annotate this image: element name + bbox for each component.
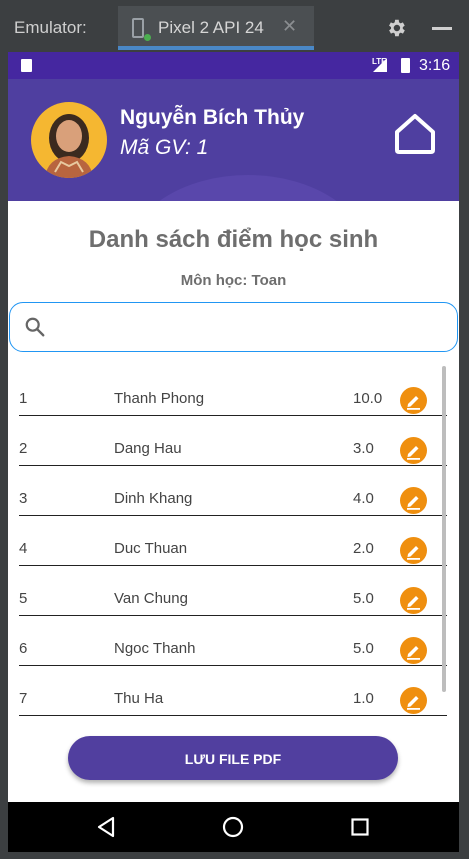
student-number: 2: [19, 440, 28, 457]
student-list[interactable]: 1 Thanh Phong 10.0 2 Dang Hau 3.0 3 Dinh Khang 4…: [19, 366, 447, 718]
gear-icon[interactable]: [385, 17, 407, 39]
pencil-icon: [407, 546, 420, 560]
emulator-tab-title: Pixel 2 API 24: [158, 18, 264, 37]
student-name: Van Chung: [114, 590, 188, 607]
minimize-icon[interactable]: [432, 27, 452, 30]
search-icon: [25, 317, 45, 337]
student-number: 5: [19, 590, 28, 607]
back-icon[interactable]: [96, 816, 118, 838]
emulator-label: Emulator:: [14, 18, 87, 37]
network-type: LTE: [372, 57, 387, 66]
student-score: 2.0: [353, 540, 374, 557]
phone-screen: LTE 3:16 Nguyễn Bích Thủy Mã GV: 1 Danh …: [8, 52, 459, 852]
student-number: 3: [19, 490, 28, 507]
pencil-icon: [407, 596, 420, 610]
avatar: [31, 102, 107, 178]
student-number: 1: [19, 390, 28, 407]
home-circle-icon[interactable]: [222, 816, 244, 838]
header-decoration: [128, 175, 368, 201]
status-time: 3:16: [419, 57, 451, 74]
device-status-dot: [144, 34, 151, 41]
student-name: Duc Thuan: [114, 540, 188, 557]
teacher-id: Mã GV: 1: [120, 136, 209, 159]
table-row[interactable]: 7 Thu Ha 1.0: [19, 666, 447, 716]
student-number: 6: [19, 640, 28, 657]
student-name: Dang Hau: [114, 440, 182, 457]
save-pdf-button[interactable]: LƯU FILE PDF: [68, 736, 398, 780]
edit-score-button[interactable]: [400, 487, 427, 514]
profile-header: Nguyễn Bích Thủy Mã GV: 1: [8, 79, 459, 201]
emulator-device-tab[interactable]: Pixel 2 API 24 ✕: [118, 6, 314, 50]
student-score: 5.0: [353, 640, 374, 657]
pencil-icon: [407, 446, 420, 460]
student-name: Thu Ha: [114, 690, 164, 707]
table-row[interactable]: 5 Van Chung 5.0: [19, 566, 447, 616]
page-title: Danh sách điểm học sinh: [88, 226, 379, 253]
student-score: 5.0: [353, 590, 374, 607]
edit-score-button[interactable]: [400, 687, 427, 714]
student-name: Dinh Khang: [114, 490, 193, 507]
subject-label: Môn học: Toan: [180, 272, 287, 289]
battery-icon: [401, 58, 410, 73]
teacher-name: Nguyễn Bích Thủy: [120, 106, 305, 129]
table-row[interactable]: 4 Duc Thuan 2.0: [19, 516, 447, 566]
student-name: Ngoc Thanh: [114, 640, 196, 657]
table-row[interactable]: 6 Ngoc Thanh 5.0: [19, 616, 447, 666]
search-input[interactable]: [58, 313, 442, 343]
navigation-bar: [8, 802, 459, 852]
scrollbar[interactable]: [442, 366, 446, 692]
close-icon[interactable]: ✕: [282, 16, 297, 37]
sd-card-icon: [21, 59, 32, 72]
student-score: 3.0: [353, 440, 374, 457]
active-tab-indicator: [118, 46, 314, 50]
edit-score-button[interactable]: [400, 587, 427, 614]
table-row[interactable]: 1 Thanh Phong 10.0: [19, 366, 447, 416]
student-score: 1.0: [353, 690, 374, 707]
emulator-toolbar: Emulator: Pixel 2 API 24 ✕: [0, 0, 469, 50]
edit-score-button[interactable]: [400, 637, 427, 664]
student-score: 4.0: [353, 490, 374, 507]
edit-score-button[interactable]: [400, 387, 427, 414]
table-row[interactable]: 2 Dang Hau 3.0: [19, 416, 447, 466]
pencil-icon: [407, 496, 420, 510]
recents-icon[interactable]: [351, 818, 369, 836]
edit-score-button[interactable]: [400, 537, 427, 564]
student-score: 10.0: [353, 390, 383, 407]
pencil-icon: [407, 696, 420, 710]
student-number: 4: [19, 540, 28, 557]
student-number: 7: [19, 690, 28, 707]
status-bar: LTE 3:16: [8, 52, 459, 79]
table-row[interactable]: 3 Dinh Khang 4.0: [19, 466, 447, 516]
edit-score-button[interactable]: [400, 437, 427, 464]
device-icon: [132, 18, 144, 38]
home-icon[interactable]: [393, 112, 437, 154]
search-box[interactable]: [9, 302, 458, 352]
pencil-icon: [407, 396, 420, 410]
student-name: Thanh Phong: [114, 390, 205, 407]
pencil-icon: [407, 646, 420, 660]
